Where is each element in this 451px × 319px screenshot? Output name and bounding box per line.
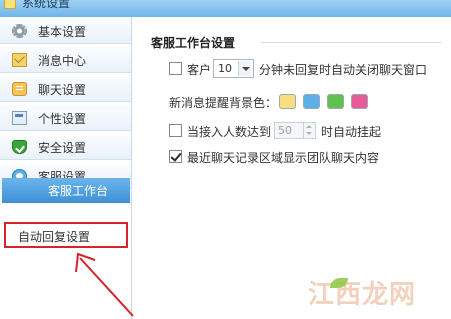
select-value: 10: [218, 62, 232, 75]
sidebar: 基本设置 消息中心 聊天设置 个性设置 安全设置 客服设置: [0, 17, 132, 319]
window-title: 系统设置: [22, 0, 71, 10]
auto-close-checkbox[interactable]: [169, 62, 182, 75]
sidebar-subitem-auto-reply[interactable]: 自动回复设置: [4, 222, 128, 248]
sidebar-item-label: 安全设置: [38, 141, 87, 155]
sidebar-item-basic[interactable]: 基本设置: [0, 18, 131, 44]
chat-icon: [12, 82, 27, 96]
sidebar-item-label: 基本设置: [38, 25, 87, 39]
gear-icon: [12, 24, 27, 38]
auto-hangup-prefix: 当接入人数达到: [187, 125, 272, 139]
auto-close-prefix: 客户: [187, 63, 212, 77]
sidebar-item-messages[interactable]: 消息中心: [0, 47, 131, 73]
bg-color-label: 新消息提醒背景色：: [169, 96, 278, 110]
shield-icon: [12, 140, 27, 154]
chevron-down-icon[interactable]: [238, 61, 251, 76]
watermark-logo: 江西龙网: [308, 272, 448, 312]
sidebar-item-label: 个性设置: [38, 112, 87, 126]
color-swatch-yellow[interactable]: [279, 94, 296, 109]
auto-hangup-count-spinner[interactable]: 50: [274, 122, 316, 139]
app-icon: [4, 0, 16, 9]
sidebar-item-security[interactable]: 安全设置: [0, 134, 131, 160]
sidebar-subitem-service-desk[interactable]: 客服工作台: [2, 178, 130, 203]
color-swatch-blue[interactable]: [303, 94, 320, 109]
mail-icon: [12, 53, 27, 67]
spinner-arrows-icon[interactable]: [303, 123, 315, 138]
sidebar-subitem-label: 自动回复设置: [18, 230, 91, 244]
team-history-checkbox[interactable]: [169, 150, 182, 163]
sidebar-item-personalize[interactable]: 个性设置: [0, 105, 131, 131]
auto-hangup-checkbox[interactable]: [169, 124, 182, 137]
sidebar-item-label: 聊天设置: [38, 83, 87, 97]
personalize-icon: [12, 111, 27, 125]
spinner-value: 50: [278, 124, 292, 137]
color-swatch-pink[interactable]: [351, 94, 368, 109]
auto-close-minutes-select[interactable]: 10: [213, 59, 254, 78]
team-history-label: 最近聊天记录区域显示团队聊天内容: [187, 151, 380, 165]
sidebar-item-label: 消息中心: [38, 54, 87, 68]
window-titlebar: 系统设置: [0, 0, 451, 17]
auto-close-suffix: 分钟未回复时自动关闭聊天窗口: [259, 63, 428, 77]
section-divider: [261, 42, 441, 43]
sidebar-subitem-label: 客服工作台: [48, 184, 109, 198]
color-swatch-green[interactable]: [327, 94, 344, 109]
watermark-text: 江西龙网: [308, 280, 417, 310]
section-title: 客服工作台设置: [151, 36, 236, 50]
sidebar-item-chat[interactable]: 聊天设置: [0, 76, 131, 102]
auto-hangup-suffix: 时自动挂起: [321, 125, 382, 139]
